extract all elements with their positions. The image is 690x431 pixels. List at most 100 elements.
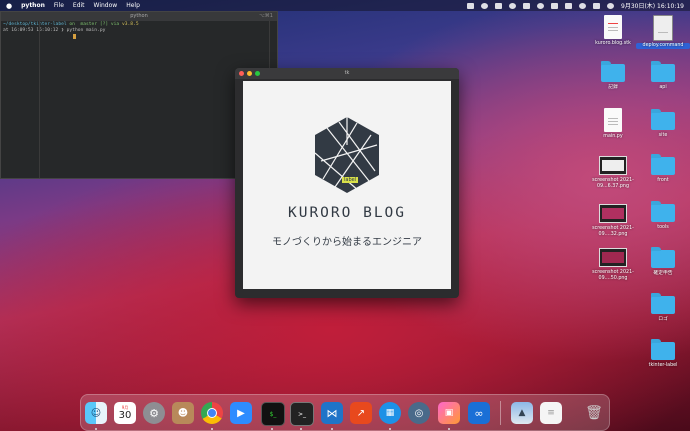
desktop-folder-site[interactable]: site <box>636 109 690 139</box>
tk-titlebar[interactable]: tk <box>235 68 459 79</box>
folder-icon <box>651 247 675 268</box>
menu-help[interactable]: Help <box>126 2 140 9</box>
docker-status-icon[interactable] <box>495 2 502 9</box>
iterm-icon[interactable]: $_ <box>261 402 285 426</box>
chrome-icon[interactable] <box>201 402 223 424</box>
preview-icon[interactable]: ▣ <box>438 402 460 424</box>
desktop-screenshot-2[interactable]: screenshot 2021-09....32.png <box>586 204 640 238</box>
running-indicator <box>448 428 450 430</box>
status-app-icon[interactable] <box>467 2 474 9</box>
menu-bar: ● python File Edit Window Help 9月30日(木) … <box>0 0 690 11</box>
folder-icon <box>601 61 625 82</box>
desktop-folder-records[interactable]: 記録 <box>586 61 640 91</box>
desktop-folder-api[interactable]: api <box>636 61 690 91</box>
wifi-icon[interactable] <box>579 2 586 9</box>
desktop-item-label: site <box>658 133 668 138</box>
bluetooth-icon[interactable] <box>565 2 572 9</box>
terminal-shortcut: ⌥⌘1 <box>259 13 273 19</box>
battery-icon[interactable] <box>551 2 558 9</box>
desktop-folder-tkinter-label[interactable]: tkinter-label <box>636 339 690 369</box>
folder-icon <box>651 339 675 360</box>
docker-icon[interactable]: ▦ <box>379 402 401 424</box>
dock: ☺ 9月 30 ⚙ ☻ ▶ $_ >_ ⋈ ↗ ▦ ◎ ▣ ∞ ▲ ≡ 🗑 <box>80 394 610 431</box>
vscode-icon[interactable]: ⋈ <box>321 402 343 424</box>
status-p-icon[interactable] <box>509 2 516 9</box>
desktop-item-label: deploy.command <box>636 43 690 49</box>
terminal-title: python <box>130 13 148 19</box>
desktop-item-label: screenshot 2021-09....50.png <box>592 270 634 281</box>
folder-icon <box>651 293 675 314</box>
desktop-item-label: 確定申告 <box>653 271 673 276</box>
desktop-folder-tax[interactable]: 確定申告 <box>636 247 690 277</box>
terminal-python-version: v3.8.5 <box>121 22 139 27</box>
hexagon-logo-icon <box>314 117 379 193</box>
desktop-item-label: front <box>657 178 669 183</box>
terminal-git-info: on master [?] via <box>69 22 120 27</box>
running-indicator <box>389 428 391 430</box>
terminal-output[interactable]: ~/desktop/tkinter-label on master [?] vi… <box>1 21 277 42</box>
desktop-folder-logo[interactable]: ロゴ <box>636 293 690 323</box>
document-icon <box>604 15 622 39</box>
brand-tagline: モノづくりから始まるエンジニア <box>272 237 422 248</box>
running-indicator <box>331 428 333 430</box>
menu-edit[interactable]: Edit <box>73 2 85 9</box>
pane-divider[interactable] <box>39 21 40 178</box>
play-icon[interactable] <box>537 2 544 9</box>
desktop-item-label: main.py <box>603 134 623 139</box>
running-indicator <box>300 428 302 430</box>
python-file-icon <box>604 108 622 132</box>
desktop-item-label: ロゴ <box>658 317 668 322</box>
calendar-icon[interactable]: 9月 30 <box>114 402 136 424</box>
calendar-day: 30 <box>118 410 132 421</box>
contacts-icon[interactable]: ☻ <box>172 402 194 424</box>
terminal-cursor <box>73 34 76 39</box>
terminal-titlebar[interactable]: python ⌥⌘1 <box>1 12 277 21</box>
desktop-file-kuroro-stk[interactable]: kuroro.blog.stk <box>586 15 640 47</box>
desktop-item-label: 記録 <box>608 85 618 90</box>
cloud-icon[interactable] <box>523 2 530 9</box>
desktop-screenshot-3[interactable]: screenshot 2021-09....50.png <box>586 248 640 282</box>
desktop-item-label: screenshot 2021-09....32.png <box>592 226 634 237</box>
menu-file[interactable]: File <box>54 2 64 9</box>
folder-icon <box>651 201 675 222</box>
desktop-file-deploy-command[interactable]: deploy.command <box>636 15 690 49</box>
infinity-app-icon[interactable]: ∞ <box>468 402 490 424</box>
desktop-item-label: kuroro.blog.stk <box>595 41 631 46</box>
menu-app-name[interactable]: python <box>21 2 45 9</box>
desktop-file-main-py[interactable]: main.py <box>586 108 640 140</box>
terminal-path: ~/desktop/tkinter-label <box>3 22 67 27</box>
desktop-item-label: screenshot 2021-09...6.37.png <box>592 178 634 189</box>
folder-icon <box>651 61 675 82</box>
dock-separator <box>500 401 501 425</box>
finder-icon[interactable]: ☺ <box>85 402 107 424</box>
desktop-folder-tools[interactable]: tools <box>636 201 690 231</box>
quicktime-icon[interactable]: ◎ <box>408 402 430 424</box>
logo-label-tag: label <box>342 177 359 183</box>
photos-folder-icon[interactable]: ▲ <box>511 402 533 424</box>
control-center-icon[interactable] <box>593 2 600 9</box>
screenshot-thumbnail-icon <box>599 204 627 223</box>
trash-icon[interactable]: 🗑 <box>583 402 605 424</box>
desktop-item-label: tkinter-label <box>648 363 678 368</box>
shell-script-icon <box>653 15 673 41</box>
menu-window[interactable]: Window <box>94 2 118 9</box>
screenshot-thumbnail-icon <box>599 156 627 175</box>
menu-datetime[interactable]: 9月30日(木) 16:10:19 <box>621 1 684 10</box>
tk-window[interactable]: tk label KURORO BLOG モノづくりから始まるエンジニア <box>235 68 459 298</box>
desktop-screenshot-1[interactable]: screenshot 2021-09...6.37.png <box>586 156 640 190</box>
terminal-icon[interactable]: >_ <box>290 402 314 426</box>
desktop-folder-front[interactable]: front <box>636 154 690 184</box>
document-stack-icon[interactable]: ≡ <box>540 402 562 424</box>
desktop-item-label: api <box>659 85 667 90</box>
siri-icon[interactable] <box>607 2 614 9</box>
folder-icon <box>651 109 675 130</box>
running-indicator <box>211 428 213 430</box>
tk-window-title: tk <box>344 70 350 76</box>
status-circle-icon[interactable] <box>481 2 488 9</box>
apple-icon[interactable]: ● <box>6 2 12 10</box>
git-client-icon[interactable]: ↗ <box>350 402 372 424</box>
desktop-item-label: tools <box>657 225 669 230</box>
system-preferences-icon[interactable]: ⚙ <box>143 402 165 424</box>
zoom-icon[interactable]: ▶ <box>230 402 252 424</box>
running-indicator <box>95 428 97 430</box>
